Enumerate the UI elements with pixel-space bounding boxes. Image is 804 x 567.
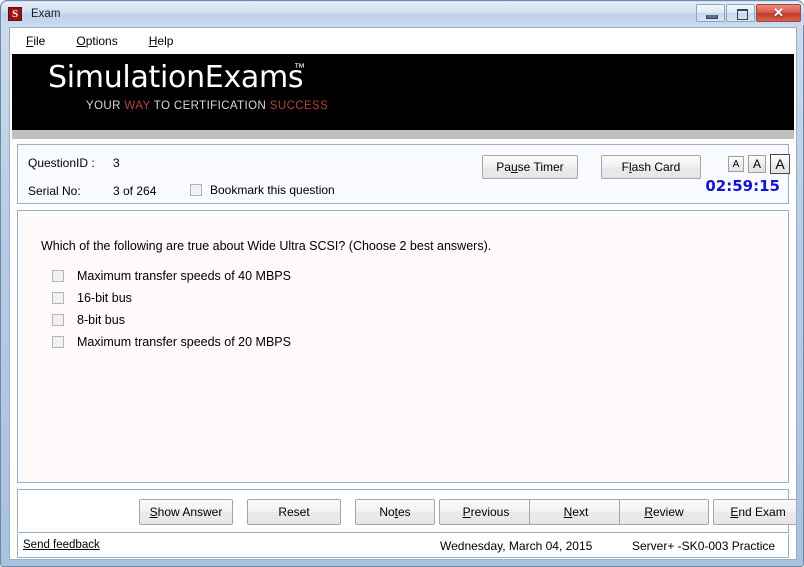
- answer-option[interactable]: Maximum transfer speeds of 40 MBPS: [52, 265, 291, 287]
- title-bar: S Exam ✕: [2, 2, 804, 25]
- answer-option-list: Maximum transfer speeds of 40 MBPS 16-bi…: [52, 265, 291, 353]
- maximize-button[interactable]: [726, 4, 755, 22]
- next-button[interactable]: Next: [529, 499, 623, 525]
- question-id-value: 3: [113, 156, 120, 170]
- answer-checkbox[interactable]: [52, 336, 64, 348]
- serial-no-label: Serial No:: [28, 184, 81, 198]
- question-panel: Which of the following are true about Wi…: [17, 210, 789, 483]
- show-answer-button[interactable]: Show Answer: [139, 499, 233, 525]
- answer-label: Maximum transfer speeds of 40 MBPS: [77, 269, 291, 283]
- menu-item-file[interactable]: File: [26, 34, 45, 48]
- minimize-button[interactable]: [696, 4, 725, 22]
- answer-checkbox[interactable]: [52, 292, 64, 304]
- font-size-small-button[interactable]: A: [728, 156, 744, 172]
- answer-checkbox[interactable]: [52, 270, 64, 282]
- reset-button[interactable]: Reset: [247, 499, 341, 525]
- banner-divider: [12, 130, 794, 139]
- tagline-part-1: YOUR: [86, 100, 124, 112]
- bookmark-checkbox-row[interactable]: Bookmark this question: [190, 183, 335, 197]
- tagline-part-4: SUCCESS: [270, 100, 328, 112]
- tagline-part-2: WAY: [124, 100, 150, 112]
- question-id-label: QuestionID :: [28, 156, 95, 170]
- bookmark-checkbox[interactable]: [190, 184, 202, 196]
- brand-logo-text: SimulationExams: [48, 60, 303, 95]
- menu-item-options[interactable]: Options: [76, 34, 117, 48]
- tagline-part-3: TO CERTIFICATION: [150, 100, 269, 112]
- s-logo-icon: S: [8, 7, 22, 21]
- brand-tagline: YOUR WAY TO CERTIFICATION SUCCESS: [86, 100, 328, 112]
- question-text: Which of the following are true about Wi…: [41, 239, 491, 253]
- answer-option[interactable]: 16-bit bus: [52, 287, 291, 309]
- maximize-icon: [737, 9, 748, 20]
- countdown-timer: 02:59:15: [705, 177, 780, 195]
- question-info-panel: QuestionID : 3 Serial No: 3 of 264 Bookm…: [17, 144, 789, 204]
- pause-timer-button[interactable]: Pause Timer: [482, 155, 578, 179]
- answer-option[interactable]: Maximum transfer speeds of 20 MBPS: [52, 331, 291, 353]
- minimize-icon: [706, 15, 718, 19]
- window-controls: ✕: [696, 4, 801, 22]
- menu-bar: File Options Help: [10, 28, 796, 53]
- client-area: File Options Help SimulationExams ™ YOUR…: [9, 27, 797, 560]
- status-bar: Send feedback Wednesday, March 04, 2015 …: [17, 534, 789, 558]
- application-window: S Exam ✕ File Options Help SimulationExa…: [0, 0, 804, 567]
- trademark-icon: ™: [294, 62, 305, 74]
- serial-no-value: 3 of 264: [113, 184, 156, 198]
- flash-card-button[interactable]: Flash Card: [601, 155, 701, 179]
- window-title: Exam: [31, 8, 60, 20]
- send-feedback-link[interactable]: Send feedback: [23, 539, 100, 551]
- review-button[interactable]: Review: [619, 499, 709, 525]
- brand-banner: SimulationExams ™ YOUR WAY TO CERTIFICAT…: [12, 54, 794, 130]
- status-date: Wednesday, March 04, 2015: [440, 539, 592, 553]
- answer-label: Maximum transfer speeds of 20 MBPS: [77, 335, 291, 349]
- answer-checkbox[interactable]: [52, 314, 64, 326]
- action-button-bar: Show Answer Reset Notes Previous Next Re…: [17, 489, 789, 533]
- status-exam-name: Server+ -SK0-003 Practice: [632, 539, 775, 553]
- end-exam-button[interactable]: End Exam: [713, 499, 797, 525]
- font-size-large-button[interactable]: A: [770, 154, 790, 174]
- answer-option[interactable]: 8-bit bus: [52, 309, 291, 331]
- answer-label: 16-bit bus: [77, 291, 132, 305]
- answer-label: 8-bit bus: [77, 313, 125, 327]
- close-icon: ✕: [757, 5, 800, 21]
- bookmark-label: Bookmark this question: [210, 183, 335, 197]
- menu-item-help[interactable]: Help: [149, 34, 174, 48]
- previous-button[interactable]: Previous: [439, 499, 533, 525]
- close-button[interactable]: ✕: [756, 4, 801, 22]
- font-size-medium-button[interactable]: A: [748, 155, 766, 173]
- notes-button[interactable]: Notes: [355, 499, 435, 525]
